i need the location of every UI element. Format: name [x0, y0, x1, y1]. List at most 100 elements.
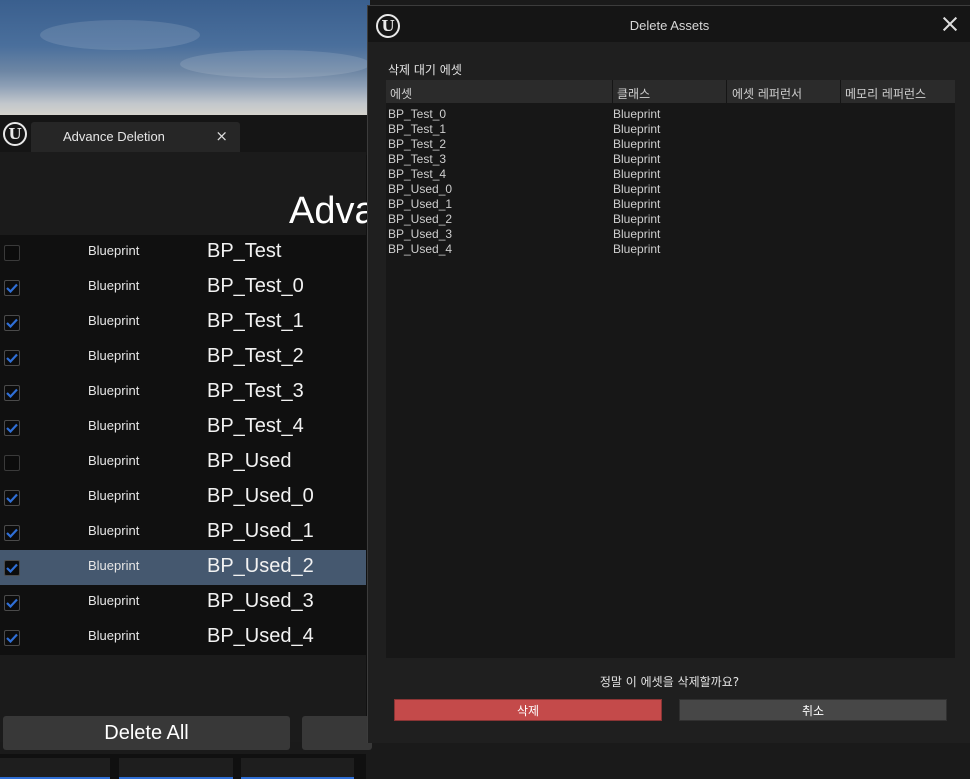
dialog-titlebar: U Delete Assets — [368, 6, 970, 42]
cell-class: Blueprint — [613, 182, 661, 196]
secondary-button[interactable] — [302, 716, 372, 750]
bottom-tab[interactable] — [241, 758, 354, 779]
list-item[interactable]: Blueprint BP_Used_4 — [0, 620, 366, 655]
list-item[interactable]: Blueprint BP_Test_1 — [0, 305, 366, 340]
table-row[interactable]: BP_Test_4 Blueprint — [386, 167, 955, 182]
list-item[interactable]: Blueprint BP_Test_2 — [0, 340, 366, 375]
list-item[interactable]: Blueprint BP_Test — [0, 235, 366, 270]
list-item[interactable]: Blueprint BP_Test_0 — [0, 270, 366, 305]
cell-class: Blueprint — [613, 122, 661, 136]
checkbox-checked[interactable] — [4, 560, 20, 576]
row-class: Blueprint — [88, 348, 140, 363]
pending-assets-label: 삭제 대기 에셋 — [388, 63, 462, 77]
checkbox-checked[interactable] — [4, 630, 20, 646]
pending-assets-table: 에셋 클래스 에셋 레퍼런서 메모리 레퍼런스 BP_Test_0 Bluepri… — [386, 80, 955, 658]
checkbox-checked[interactable] — [4, 280, 20, 296]
row-asset-name: BP_Used_1 — [207, 520, 314, 542]
checkmark-icon — [6, 563, 18, 573]
row-asset-name: BP_Test — [207, 240, 282, 262]
delete-assets-dialog: U Delete Assets 삭제 대기 에셋 에셋 클래스 에셋 레퍼런서 … — [367, 5, 970, 743]
checkmark-icon — [6, 633, 18, 643]
column-header-class[interactable]: 클래스 — [617, 85, 650, 102]
column-header-asset[interactable]: 에셋 — [390, 85, 412, 102]
column-header-asset-referencer[interactable]: 에셋 레퍼런서 — [732, 85, 802, 102]
checkmark-icon — [6, 318, 18, 328]
checkbox[interactable] — [4, 455, 20, 471]
row-asset-name: BP_Used_4 — [207, 625, 314, 647]
list-item[interactable]: Blueprint BP_Used_0 — [0, 480, 366, 515]
delete-all-button[interactable]: Delete All — [3, 716, 290, 750]
row-asset-name: BP_Test_3 — [207, 380, 304, 402]
column-divider — [726, 80, 727, 103]
asset-list: Blueprint BP_Test Blueprint BP_Test_0 Bluepr… — [0, 235, 366, 655]
list-item[interactable]: Blueprint BP_Used_2 — [0, 550, 366, 585]
cell-class: Blueprint — [613, 242, 661, 256]
confirm-question: 정말 이 에셋을 삭제할까요? — [599, 675, 740, 689]
bottom-tab[interactable] — [119, 758, 233, 779]
row-class: Blueprint — [88, 593, 140, 608]
cell-class: Blueprint — [613, 137, 661, 151]
tool-title: Adva — [289, 190, 376, 232]
row-class: Blueprint — [88, 418, 140, 433]
tool-body: Adva Blueprint BP_Test Blueprint BP_Test_0 B… — [0, 152, 376, 779]
checkbox-checked[interactable] — [4, 490, 20, 506]
table-header: 에셋 클래스 에셋 레퍼런서 메모리 레퍼런스 — [386, 80, 955, 103]
row-asset-name: BP_Used_0 — [207, 485, 314, 507]
checkmark-icon — [6, 598, 18, 608]
checkbox-checked[interactable] — [4, 525, 20, 541]
row-asset-name: BP_Test_4 — [207, 415, 304, 437]
cloud — [180, 50, 370, 78]
cell-class: Blueprint — [613, 107, 661, 121]
table-row[interactable]: BP_Test_2 Blueprint — [386, 137, 955, 152]
cell-asset: BP_Test_2 — [388, 137, 447, 151]
tab-label: Advance Deletion — [63, 129, 165, 144]
table-row[interactable]: BP_Test_0 Blueprint — [386, 107, 955, 122]
tab-close-icon[interactable]: × — [215, 127, 228, 145]
checkmark-icon — [6, 493, 18, 503]
row-asset-name: BP_Used_2 — [207, 555, 314, 577]
row-asset-name: BP_Test_2 — [207, 345, 304, 367]
tab-advance-deletion[interactable]: Advance Deletion × — [31, 122, 240, 152]
tool-titlebar: U Advance Deletion × — [0, 115, 370, 155]
table-row[interactable]: BP_Test_3 Blueprint — [386, 152, 955, 167]
list-item[interactable]: Blueprint BP_Used_3 — [0, 585, 366, 620]
table-row[interactable]: BP_Used_1 Blueprint — [386, 197, 955, 212]
checkbox-checked[interactable] — [4, 350, 20, 366]
close-icon[interactable] — [941, 15, 959, 33]
cell-asset: BP_Test_4 — [388, 167, 447, 181]
cell-asset: BP_Used_4 — [388, 242, 453, 256]
row-class: Blueprint — [88, 628, 140, 643]
table-row[interactable]: BP_Used_3 Blueprint — [386, 227, 955, 242]
checkbox-checked[interactable] — [4, 595, 20, 611]
unreal-logo-icon: U — [3, 122, 27, 146]
list-item[interactable]: Blueprint BP_Test_4 — [0, 410, 366, 445]
cancel-button[interactable]: 취소 — [679, 699, 947, 721]
checkmark-icon — [6, 388, 18, 398]
table-row[interactable]: BP_Used_0 Blueprint — [386, 182, 955, 197]
table-row[interactable]: BP_Test_1 Blueprint — [386, 122, 955, 137]
checkbox[interactable] — [4, 245, 20, 261]
row-asset-name: BP_Used_3 — [207, 590, 314, 612]
delete-button[interactable]: 삭제 — [394, 699, 662, 721]
column-divider — [612, 80, 613, 103]
cell-asset: BP_Used_3 — [388, 227, 453, 241]
table-row[interactable]: BP_Used_4 Blueprint — [386, 242, 955, 257]
column-header-memory-reference[interactable]: 메모리 레퍼런스 — [845, 85, 926, 102]
cell-class: Blueprint — [613, 167, 661, 181]
cell-class: Blueprint — [613, 212, 661, 226]
list-item[interactable]: Blueprint BP_Used — [0, 445, 366, 480]
dialog-title: Delete Assets — [629, 18, 710, 33]
checkbox-checked[interactable] — [4, 315, 20, 331]
checkbox-checked[interactable] — [4, 385, 20, 401]
table-row[interactable]: BP_Used_2 Blueprint — [386, 212, 955, 227]
bottom-tab[interactable] — [0, 758, 110, 779]
row-class: Blueprint — [88, 243, 140, 258]
row-class: Blueprint — [88, 278, 140, 293]
list-item[interactable]: Blueprint BP_Test_3 — [0, 375, 366, 410]
checkbox-checked[interactable] — [4, 420, 20, 436]
checkmark-icon — [6, 283, 18, 293]
row-class: Blueprint — [88, 313, 140, 328]
list-item[interactable]: Blueprint BP_Used_1 — [0, 515, 366, 550]
advance-deletion-window: U Advance Deletion × Adva Blueprint BP_Te… — [0, 115, 376, 779]
cell-class: Blueprint — [613, 227, 661, 241]
